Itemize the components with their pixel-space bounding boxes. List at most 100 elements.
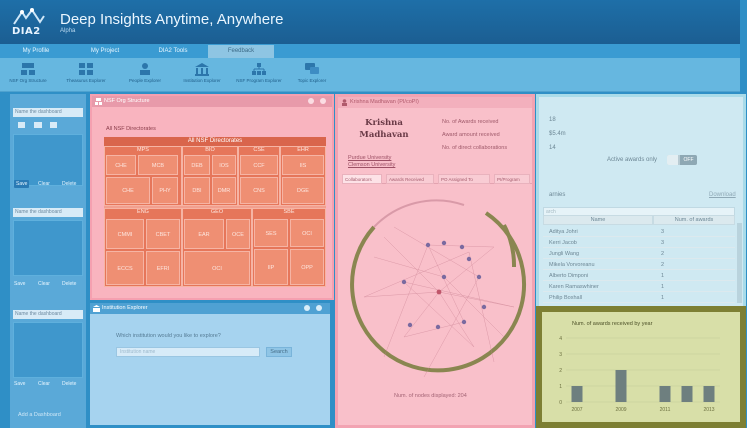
close-icon[interactable] [320, 98, 326, 104]
save-button[interactable]: Save [12, 380, 27, 388]
dashboard-name-input[interactable]: Name the dashboard [13, 310, 83, 319]
treemap-cell[interactable]: CNS [240, 177, 278, 204]
tab-awards-received[interactable]: Awards Received [386, 174, 434, 184]
treemap-cell[interactable]: DEB [184, 155, 210, 175]
tab-my-profile[interactable]: My Profile [6, 45, 66, 58]
help-icon[interactable] [304, 305, 310, 311]
table-row[interactable]: Kerri Jacob 3 [543, 238, 735, 248]
institution-link[interactable]: Purdue University [348, 155, 391, 161]
treemap-cell[interactable]: PHY [152, 177, 178, 204]
table-row[interactable]: Alberto Dimponi 1 [543, 271, 735, 281]
treemap-cell[interactable]: IIP [254, 249, 288, 285]
help-icon[interactable] [308, 98, 314, 104]
treemap-cell[interactable]: DBI [184, 177, 210, 204]
treemap-cell[interactable]: CHE [106, 177, 150, 204]
treemap-cell[interactable]: DGE [282, 177, 324, 204]
delete-button[interactable]: Delete [60, 180, 78, 188]
tool-nsf-program-explorer[interactable]: NSF Program Explorer [232, 60, 286, 90]
download-link[interactable]: Download [709, 192, 736, 198]
dashboard-name-input[interactable]: Name the dashboard [13, 108, 83, 117]
table-row[interactable]: Aditya Johri 3 [543, 227, 735, 237]
panel-header: NSF Org Structure [92, 96, 332, 107]
treemap-cell[interactable]: IIS [282, 155, 324, 175]
column-header-awards[interactable]: Num. of awards [653, 215, 735, 225]
tool-topic-explorer[interactable]: Topic Explorer [290, 60, 334, 90]
treemap: All NSF Directorates MPS BIO CSE EHR CHE… [104, 137, 326, 287]
dashboard-body [13, 134, 83, 186]
tab-collaborators[interactable]: Collaborators [342, 174, 382, 184]
close-icon[interactable] [316, 305, 322, 311]
chart-title: Num. of awards received by year [572, 321, 653, 327]
dashboard-name-input[interactable]: Name the dashboard [13, 208, 83, 217]
treemap-cell[interactable]: EAR [184, 219, 224, 249]
delete-button[interactable]: Delete [60, 380, 78, 388]
toggle-knob [667, 155, 678, 165]
tool-people-explorer[interactable]: People Explorer [120, 60, 170, 90]
treemap-cell[interactable]: DMR [212, 177, 236, 204]
clear-button[interactable]: Clear [36, 380, 52, 388]
treemap-cell[interactable]: OPP [290, 249, 324, 285]
collaboration-network[interactable] [344, 197, 530, 397]
nsf-org-structure-panel: NSF Org Structure All NSF Directorates A… [90, 94, 334, 300]
chat-icon [305, 63, 319, 74]
awards-count: 18 [549, 117, 556, 123]
clear-button[interactable]: Clear [36, 280, 52, 288]
table-row[interactable]: Jungli Wang 2 [543, 249, 735, 259]
treemap-cell[interactable]: OCE [226, 219, 250, 249]
column-header-name[interactable]: Name [543, 215, 653, 225]
collaborations-count: 14 [549, 145, 556, 151]
tab-feedback[interactable]: Feedback [208, 45, 274, 58]
treemap-cell[interactable]: MCB [138, 155, 178, 175]
people-icon [140, 63, 150, 75]
building-icon [93, 305, 100, 312]
collaborations-stat: No. of direct collaborations [442, 145, 508, 151]
bar-2011 [659, 386, 671, 402]
table-row[interactable]: Karen Ramaswhiner 1 [543, 282, 735, 292]
logo-mark-icon [13, 8, 45, 25]
institution-link[interactable]: Clemson University [348, 162, 395, 168]
tab-po-assigned-to[interactable]: PO Assigned To [438, 174, 490, 184]
bar-2009 [615, 370, 627, 402]
treemap-cell[interactable]: CMMI [106, 219, 144, 249]
treemap-cell[interactable]: CCF [240, 155, 278, 175]
institution-search-input[interactable]: Institution name [116, 347, 260, 357]
treemap-cell[interactable]: SES [254, 219, 288, 247]
x-tick-label: 2007 [571, 407, 582, 413]
treemap-cell[interactable]: ECCS [106, 251, 144, 285]
building-icon [195, 63, 209, 76]
tool-nsf-org-structure[interactable]: NSF Org Structure [4, 60, 52, 90]
clear-button[interactable]: Clear [36, 180, 52, 188]
grid-icon [79, 63, 93, 75]
tool-theasurus-explorer[interactable]: Theasurus Explorer [58, 60, 114, 90]
y-tick-label: 3 [559, 352, 562, 358]
focus-node [436, 289, 442, 295]
table-row[interactable]: Mikela Vorvoreanu 2 [543, 260, 735, 270]
tool-label: NSF Program Explorer [236, 78, 282, 83]
treemap-cell[interactable]: EFRI [146, 251, 180, 285]
tools-toolbar: NSF Org Structure Theasurus Explorer Peo… [0, 58, 740, 92]
save-button[interactable]: Save [12, 280, 27, 288]
table-scrollbar[interactable] [737, 223, 742, 303]
treemap-cell[interactable]: CBET [146, 219, 180, 249]
breadcrumb[interactable]: All NSF Directorates [106, 126, 156, 132]
save-button[interactable]: Save [14, 180, 30, 188]
search-button[interactable]: Search [266, 347, 292, 357]
institution-explorer-panel: Institution Explorer Which institution w… [87, 300, 333, 428]
treemap-cell[interactable]: OCI [290, 219, 324, 247]
people-icon [342, 99, 347, 106]
tab-my-project[interactable]: My Project [72, 45, 138, 58]
dashboard-icons [16, 120, 76, 130]
tool-institution-explorer[interactable]: Institution Explorer [174, 60, 230, 90]
table-row[interactable]: Philip Boxhall 1 [543, 293, 735, 303]
treemap-cell[interactable]: OCI [184, 251, 250, 285]
treemap-cell[interactable]: IOS [212, 155, 236, 175]
add-dashboard-link[interactable]: Add a Dashboard [18, 412, 61, 418]
tool-label: Topic Explorer [297, 78, 327, 83]
treemap-cell[interactable]: CHE [106, 155, 136, 175]
bar-2012 [681, 386, 693, 402]
active-awards-toggle[interactable]: OFF [667, 155, 697, 165]
delete-button[interactable]: Delete [60, 280, 78, 288]
dashboard-body [13, 322, 83, 378]
tab-dia2-tools[interactable]: DIA2 Tools [140, 45, 206, 58]
tab-pi-program[interactable]: PI/Program [494, 174, 530, 184]
